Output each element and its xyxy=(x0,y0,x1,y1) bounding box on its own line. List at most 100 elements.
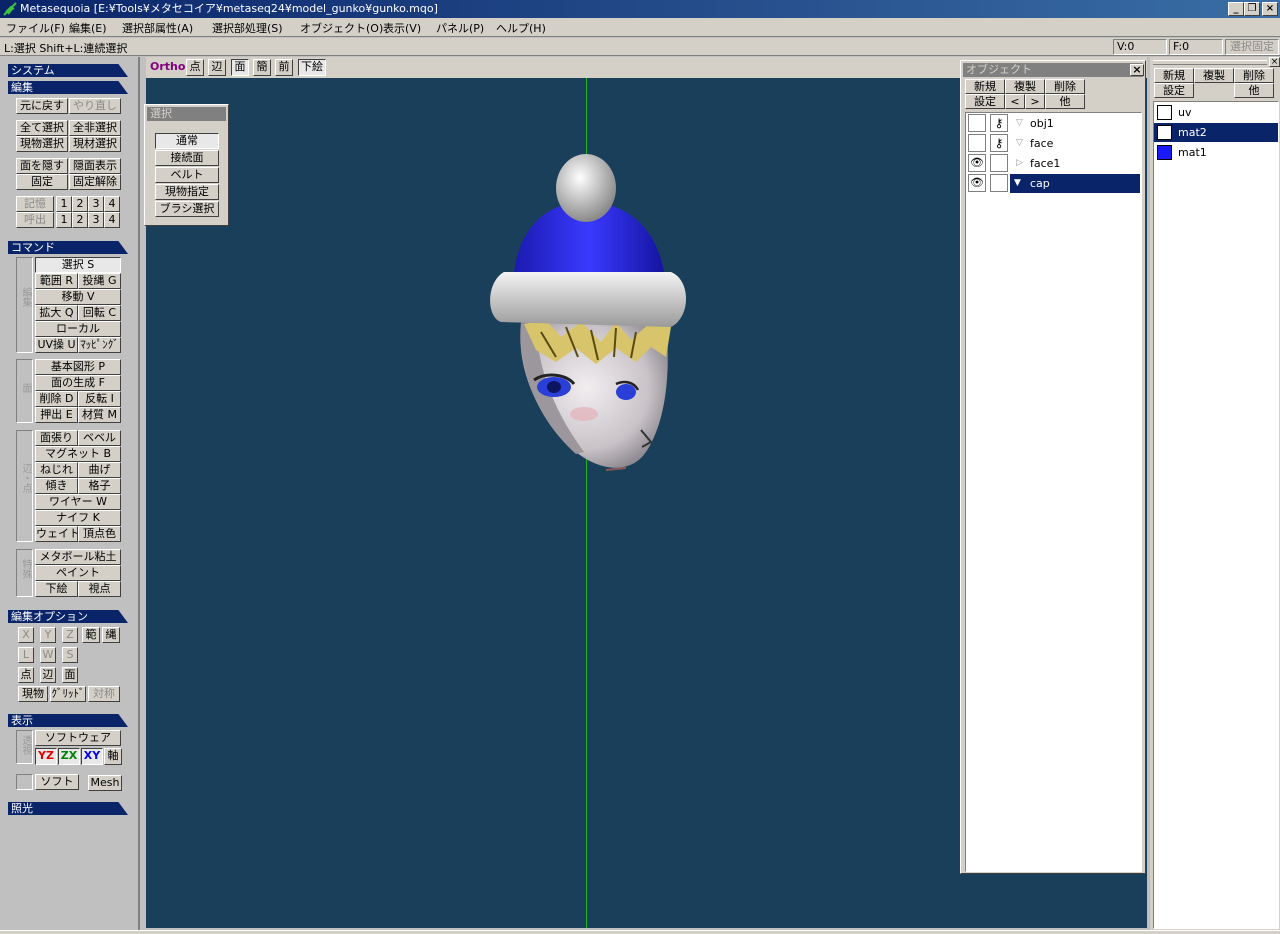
viewpoint-tool-button[interactable]: 視点 xyxy=(78,581,121,597)
axis-z-toggle[interactable]: Z xyxy=(62,627,78,643)
menu-help[interactable]: ヘルプ(H) xyxy=(496,20,546,36)
restore-button[interactable]: ❐ xyxy=(1244,2,1260,16)
eye-icon[interactable]: 👁 xyxy=(968,174,986,192)
option-l-toggle[interactable]: L xyxy=(18,647,34,663)
visibility-toggle[interactable] xyxy=(968,134,986,152)
object-row-cap[interactable]: 👁 ▼ cap xyxy=(966,174,1141,193)
magnet-tool-button[interactable]: マグネット B xyxy=(35,446,121,462)
soft-render-button[interactable]: ソフト xyxy=(35,774,79,790)
select-mode-belt[interactable]: ベルト xyxy=(155,167,219,183)
flip-tool-button[interactable]: 反転 I xyxy=(78,391,121,407)
eye-icon[interactable]: 👁 xyxy=(968,154,986,172)
undo-button[interactable]: 元に戻す xyxy=(16,98,68,114)
recall-slot-3[interactable]: 3 xyxy=(88,212,104,228)
grid-toggle[interactable]: ｸﾞﾘｯﾄﾞ xyxy=(50,686,86,702)
visibility-toggle[interactable] xyxy=(968,114,986,132)
material-delete-button[interactable]: 削除 xyxy=(1234,68,1274,83)
xy-view-toggle[interactable]: XY xyxy=(81,748,103,765)
material-select-button[interactable]: 現材選択 xyxy=(69,136,121,152)
axis-display-toggle[interactable]: 軸 xyxy=(104,748,122,765)
command-header[interactable]: コマンド xyxy=(8,241,128,254)
range-tool-button[interactable]: 範囲 R xyxy=(35,273,78,289)
extrude-tool-button[interactable]: 押出 E xyxy=(35,407,78,423)
object-row-face[interactable]: ⚷ ▽ face xyxy=(966,134,1141,153)
object-next-button[interactable]: > xyxy=(1025,94,1045,109)
material-row-mat1[interactable]: mat1 xyxy=(1154,143,1278,162)
move-tool-button[interactable]: 移動 V xyxy=(35,289,121,305)
weight-tool-button[interactable]: ウェイト xyxy=(35,526,78,542)
lattice-tool-button[interactable]: 格子 xyxy=(78,478,121,494)
twist-tool-button[interactable]: ねじれ xyxy=(35,462,78,478)
minimize-button[interactable]: _ xyxy=(1228,2,1244,16)
material-panel-close-icon[interactable]: × xyxy=(1269,57,1280,67)
object-settings-button[interactable]: 設定 xyxy=(965,94,1005,109)
lock-key-icon[interactable]: ⚷ xyxy=(990,114,1008,132)
bevel-tool-button[interactable]: ベベル xyxy=(78,430,121,446)
lock-toggle[interactable] xyxy=(990,174,1008,192)
material-panel-grip[interactable] xyxy=(1153,60,1267,65)
recall-slot-2[interactable]: 2 xyxy=(72,212,88,228)
paint-tool-button[interactable]: ペイント xyxy=(35,565,121,581)
show-hidden-button[interactable]: 隠面表示 xyxy=(69,158,121,174)
knife-tool-button[interactable]: ナイフ K xyxy=(35,510,121,526)
object-delete-button[interactable]: 削除 xyxy=(1045,79,1085,94)
symmetry-toggle[interactable]: 対称 xyxy=(88,686,120,702)
select-all-button[interactable]: 全て選択 xyxy=(16,120,68,136)
bend-tool-button[interactable]: 曲げ xyxy=(78,462,121,478)
menu-file[interactable]: ファイル(F) xyxy=(6,20,65,36)
object-new-button[interactable]: 新規 xyxy=(965,79,1005,94)
material-row-mat2[interactable]: mat2 xyxy=(1154,123,1278,142)
collapse-triangle-icon[interactable]: ▽ xyxy=(1016,114,1023,133)
point-option-toggle[interactable]: 点 xyxy=(18,667,34,683)
underlay-tool-button[interactable]: 下絵 xyxy=(35,581,78,597)
range-option-toggle[interactable]: 範 xyxy=(82,627,100,643)
select-mode-object[interactable]: 現物指定 xyxy=(155,184,219,200)
simple-view-toggle[interactable]: 簡 xyxy=(253,59,271,76)
unfix-button[interactable]: 固定解除 xyxy=(69,174,121,190)
edit-header[interactable]: 編集 xyxy=(8,81,128,94)
object-panel-close-icon[interactable]: × xyxy=(1130,64,1144,76)
memory-button[interactable]: 記憶 xyxy=(16,196,54,212)
software-render-button[interactable]: ソフトウェア xyxy=(35,730,121,746)
menu-edit[interactable]: 編集(E) xyxy=(69,20,107,36)
object-select-button[interactable]: 現物選択 xyxy=(16,136,68,152)
ortho-toggle[interactable]: Ortho xyxy=(150,60,185,73)
axis-y-toggle[interactable]: Y xyxy=(40,627,56,643)
selection-lock[interactable]: 選択固定 xyxy=(1225,39,1279,55)
stretch-tool-button[interactable]: 面張り xyxy=(35,430,78,446)
menu-object[interactable]: オブジェクト(O) xyxy=(300,20,383,36)
menu-selection-proc[interactable]: 選択部処理(S) xyxy=(212,20,283,36)
deselect-all-button[interactable]: 全非選択 xyxy=(69,120,121,136)
recall-button[interactable]: 呼出 xyxy=(16,212,54,228)
option-w-toggle[interactable]: W xyxy=(40,647,56,663)
close-button[interactable]: × xyxy=(1262,2,1278,16)
menu-panel[interactable]: パネル(P) xyxy=(436,20,484,36)
wire-tool-button[interactable]: ワイヤー W xyxy=(35,494,121,510)
lasso-tool-button[interactable]: 投縄 G xyxy=(78,273,121,289)
material-tool-button[interactable]: 材質 M xyxy=(78,407,121,423)
face-option-toggle[interactable]: 面 xyxy=(62,667,78,683)
system-header[interactable]: システム xyxy=(8,64,128,77)
menu-view[interactable]: 表示(V) xyxy=(383,20,421,36)
material-new-button[interactable]: 新規 xyxy=(1154,68,1194,83)
memory-slot-4[interactable]: 4 xyxy=(104,196,120,212)
zx-view-toggle[interactable]: ZX xyxy=(58,748,80,765)
object-other-button[interactable]: 他 xyxy=(1045,94,1085,109)
lasso-option-toggle[interactable]: 縄 xyxy=(102,627,120,643)
select-mode-brush[interactable]: ブラシ選択 xyxy=(155,201,219,217)
memory-slot-3[interactable]: 3 xyxy=(88,196,104,212)
axis-x-toggle[interactable]: X xyxy=(18,627,34,643)
hide-face-button[interactable]: 面を隠す xyxy=(16,158,68,174)
tilt-tool-button[interactable]: 傾き xyxy=(35,478,78,494)
material-settings-button[interactable]: 設定 xyxy=(1154,83,1194,98)
select-tool-button[interactable]: 選択 S xyxy=(35,257,121,273)
option-s-toggle[interactable]: S xyxy=(62,647,78,663)
object-prev-button[interactable]: < xyxy=(1005,94,1025,109)
object-row-face1[interactable]: 👁 ▷ face1 xyxy=(966,154,1141,173)
front-view-button[interactable]: 前 xyxy=(275,59,293,76)
scale-tool-button[interactable]: 拡大 Q xyxy=(35,305,78,321)
expand-triangle-icon[interactable]: ▷ xyxy=(1016,154,1023,173)
metaball-tool-button[interactable]: メタボール粘土 xyxy=(35,549,121,565)
material-copy-button[interactable]: 複製 xyxy=(1194,68,1234,83)
mapping-tool-button[interactable]: ﾏｯﾋﾟﾝｸﾞ xyxy=(78,337,121,353)
